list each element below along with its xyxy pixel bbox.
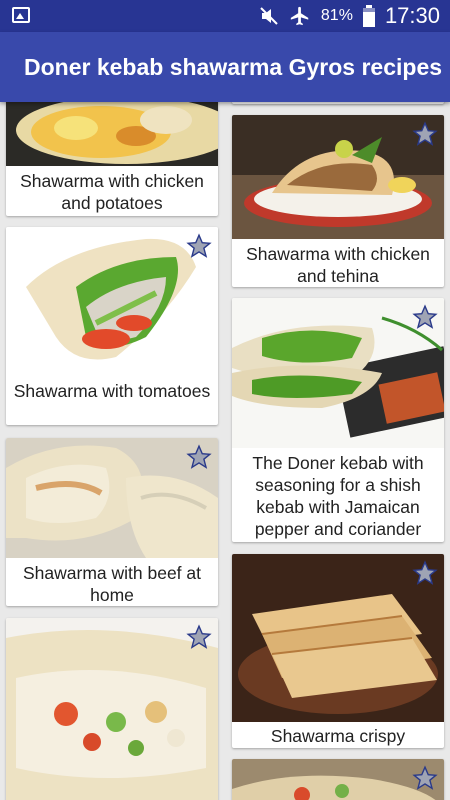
airplane-icon (290, 6, 309, 26)
recipe-card[interactable]: Shawarma crispy (232, 554, 444, 748)
recipe-title: Shawarma crispy (270, 726, 406, 746)
recipe-card[interactable]: Shawarma with chicken and tehina (232, 115, 444, 287)
battery-icon (362, 5, 375, 27)
star-icon[interactable] (412, 560, 438, 586)
recipe-title: Shawarma with chicken and tehina (246, 244, 430, 286)
recipe-title: Shawarma with tomatoes (13, 381, 211, 401)
star-icon[interactable] (412, 765, 438, 791)
recipe-card[interactable]: Shawarma with beef at home (6, 438, 218, 606)
star-icon[interactable] (186, 444, 212, 470)
recipe-title: Shawarma with beef at home (22, 563, 201, 605)
recipe-title: Shawarma with chicken and potatoes (20, 171, 204, 213)
mute-icon (260, 7, 278, 25)
recipe-card[interactable]: The Doner kebab with seasoning for a shi… (232, 298, 444, 542)
clock: 17:30 (384, 3, 440, 28)
star-icon[interactable] (186, 624, 212, 650)
recipe-card[interactable]: Shawarma with chicken and potatoes (6, 102, 218, 216)
recipe-card[interactable] (232, 759, 444, 800)
battery-percent: 81% (320, 7, 353, 24)
app-title: Doner kebab shawarma Gyros recipes (24, 54, 443, 80)
recipe-title: The Doner kebab with seasoning for a shi… (252, 453, 424, 539)
recipe-card[interactable] (232, 102, 444, 104)
star-icon[interactable] (412, 121, 438, 147)
star-icon[interactable] (186, 233, 212, 259)
recipe-grid[interactable]: Shawarma with chicken and potatoes Shawa… (0, 102, 450, 800)
star-icon[interactable] (412, 304, 438, 330)
recipe-card[interactable]: Shawarma with tomatoes (6, 227, 218, 425)
status-bar: 81% 17:30 (0, 0, 450, 32)
image-icon (12, 7, 30, 23)
app-bar: Doner kebab shawarma Gyros recipes (0, 32, 450, 102)
recipe-card[interactable] (6, 618, 218, 800)
recipe-image (6, 102, 218, 166)
